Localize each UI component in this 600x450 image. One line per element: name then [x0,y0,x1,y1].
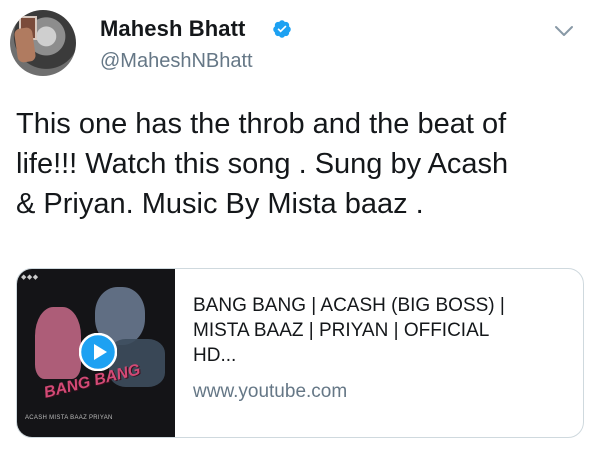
link-card-title-line: MISTA BAAZ | PRIYAN | OFFICIAL [193,320,490,341]
video-thumbnail[interactable]: ◆◆◆ BANG BANG ACASH MISTA BAAZ PRIYAN [17,269,175,437]
link-card-title[interactable]: BANG BANG | ACASH (BIG BOSS) | MISTA BAA… [193,293,567,368]
verified-badge-icon [273,20,291,38]
link-card[interactable]: ◆◆◆ BANG BANG ACASH MISTA BAAZ PRIYAN BA… [16,268,584,438]
play-icon[interactable] [79,333,117,371]
chevron-down-icon[interactable] [554,24,574,38]
avatar[interactable] [10,10,76,76]
link-card-domain: www.youtube.com [193,381,348,402]
tweet-line: This one has the throb and the beat of [16,108,507,140]
author-handle[interactable]: @MaheshNBhatt [100,50,253,73]
tweet: Mahesh Bhatt @MaheshNBhatt This one has … [0,0,600,450]
tweet-line: & Priyan. Music By Mista baaz . [16,188,424,220]
thumbnail-logo: ◆◆◆ [21,274,39,281]
author-name[interactable]: Mahesh Bhatt [100,16,245,42]
tweet-text: This one has the throb and the beat of l… [16,104,586,224]
link-card-title-line: BANG BANG | ACASH (BIG BOSS) | [193,295,505,316]
thumbnail-figure [35,307,81,379]
link-card-title-line: HD... [193,345,237,366]
tweet-line: life!!! Watch this song . Sung by Acash [16,148,509,180]
thumbnail-credits: ACASH MISTA BAAZ PRIYAN [25,415,113,421]
